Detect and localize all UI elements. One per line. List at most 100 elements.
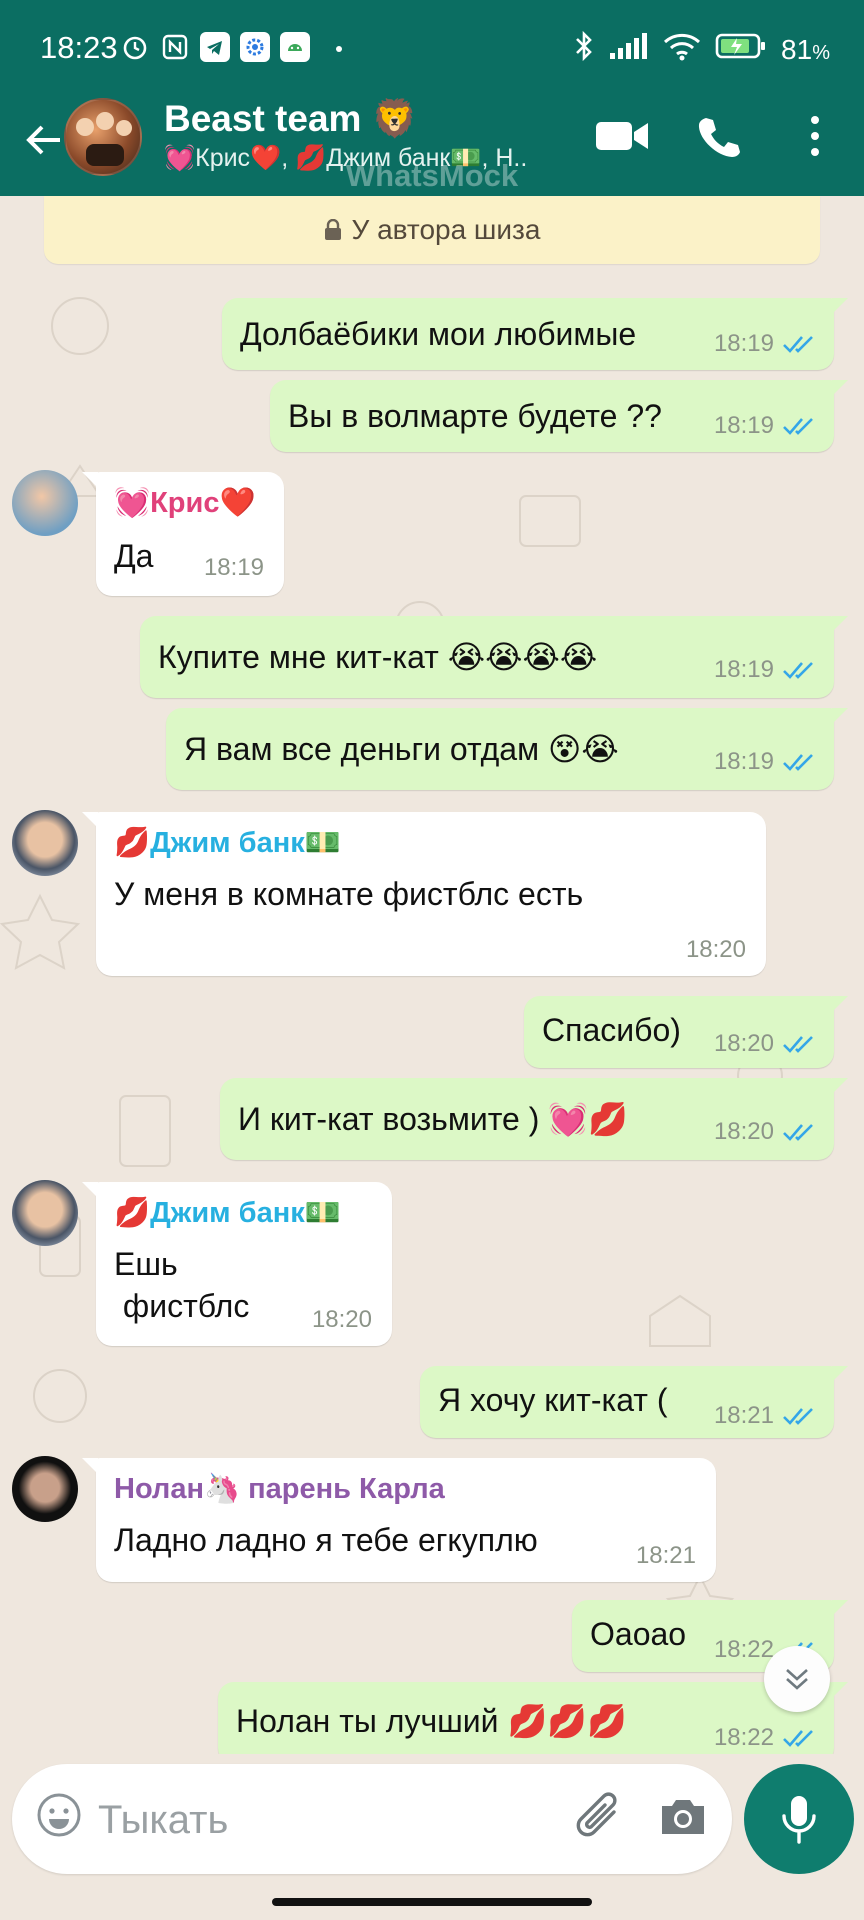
message-sender[interactable]: 💋Джим банк💵 bbox=[114, 826, 341, 860]
message-text-line: фистблс bbox=[114, 1288, 250, 1324]
message-text: Оаоао bbox=[590, 1616, 687, 1652]
message-bubble-out[interactable]: Вы в волмарте будете ?? 18:19 bbox=[270, 380, 848, 452]
battery-icon bbox=[715, 31, 767, 68]
message-time: 18:19 bbox=[203, 554, 264, 581]
message-bubble-out[interactable]: Купите мне кит-кат 😭😭😭😭 18:19 bbox=[140, 616, 848, 698]
message-text: Я хочу кит-кат ( bbox=[438, 1382, 668, 1418]
message-text: Нолан ты лучший 💋💋💋 bbox=[236, 1703, 627, 1739]
sender-avatar[interactable] bbox=[12, 1180, 78, 1246]
dot-icon bbox=[811, 116, 819, 124]
telegram-icon bbox=[200, 32, 230, 62]
message-bubble-out[interactable]: Я хочу кит-кат ( 18:21 bbox=[420, 1366, 848, 1438]
alarm-icon bbox=[120, 32, 150, 62]
message-text-line: Ешь bbox=[114, 1246, 178, 1282]
message-text: У меня в комнате фистблс есть bbox=[114, 876, 584, 912]
message-sender[interactable]: 💋Джим банк💵 bbox=[114, 1196, 341, 1230]
camera-button[interactable] bbox=[658, 1794, 708, 1845]
wifi-icon bbox=[663, 31, 701, 68]
more-notifications-dot bbox=[336, 46, 342, 52]
message-time: 18:19 bbox=[713, 412, 774, 439]
message-bubble-out[interactable]: Долбаёбики мои любимые 18:19 bbox=[222, 298, 848, 370]
message-bubble-out[interactable]: Я вам все деньги отдам 😵😭 18:19 bbox=[166, 708, 848, 790]
voice-message-button[interactable] bbox=[744, 1764, 854, 1874]
status-system-icons: 81% bbox=[573, 30, 830, 69]
double-check-icon bbox=[783, 754, 813, 771]
bluetooth-icon bbox=[573, 30, 595, 69]
android-app-icon bbox=[280, 32, 310, 62]
message-meta: 18:19 bbox=[204, 554, 264, 582]
message-meta: 18:20 bbox=[312, 1306, 372, 1334]
message-sender[interactable]: 💓Крис❤️ bbox=[114, 486, 256, 520]
message-composer bbox=[12, 1764, 732, 1874]
phone-icon bbox=[698, 118, 740, 157]
message-time: 18:20 bbox=[713, 1030, 774, 1057]
sender-avatar[interactable] bbox=[12, 470, 78, 536]
message-time: 18:22 bbox=[713, 1636, 774, 1663]
message-bubble-in[interactable]: Нолан🦄 парень Карла Ладно ладно я тебе е… bbox=[82, 1458, 716, 1582]
message-text: Да bbox=[114, 538, 154, 574]
message-time: 18:20 bbox=[713, 1118, 774, 1145]
double-check-icon bbox=[783, 418, 813, 435]
attach-button[interactable] bbox=[574, 1790, 626, 1851]
message-text: Вы в волмарте будете ?? bbox=[288, 398, 662, 434]
message-bubble-out[interactable]: Нолан ты лучший 💋💋💋 18:22 bbox=[218, 1682, 848, 1754]
message-bubble-out[interactable]: Спасибо) 18:20 bbox=[524, 996, 848, 1068]
message-meta: 18:19 bbox=[714, 748, 816, 776]
microphone-icon bbox=[782, 1796, 816, 1844]
double-chevron-down-icon bbox=[786, 1669, 808, 1690]
status-notification-icons bbox=[120, 32, 310, 62]
message-meta: 18:21 bbox=[714, 1402, 816, 1430]
message-text: Спасибо) bbox=[542, 1012, 681, 1048]
double-check-icon bbox=[783, 1408, 813, 1425]
sender-avatar[interactable] bbox=[12, 810, 78, 876]
settings-app-icon bbox=[240, 32, 270, 62]
message-text: Купите мне кит-кат 😭😭😭😭 bbox=[158, 639, 598, 675]
message-meta: 18:19 bbox=[714, 412, 816, 440]
status-time: 18:23 bbox=[40, 30, 118, 65]
message-time: 18:19 bbox=[713, 656, 774, 683]
voice-call-button[interactable] bbox=[696, 114, 740, 163]
sender-avatar[interactable] bbox=[12, 1456, 78, 1522]
message-time: 18:21 bbox=[635, 1542, 696, 1569]
emoji-button[interactable] bbox=[36, 1792, 82, 1843]
chat-area[interactable]: У автора шиза Долбаёбики мои любимые 18:… bbox=[0, 196, 864, 1754]
message-bubble-out[interactable]: И кит-кат возьмите ) 💓💋 18:20 bbox=[220, 1078, 848, 1160]
message-meta: 18:20 bbox=[714, 1030, 816, 1058]
more-options-button[interactable] bbox=[800, 112, 830, 160]
battery-unit: % bbox=[812, 41, 830, 64]
message-time: 18:21 bbox=[713, 1402, 774, 1429]
double-check-icon bbox=[783, 1730, 813, 1747]
message-time: 18:20 bbox=[685, 936, 746, 963]
message-meta: 18:19 bbox=[714, 330, 816, 358]
message-bubble-in[interactable]: 💋Джим банк💵 У меня в комнате фистблс ест… bbox=[82, 812, 766, 976]
status-bar: 18:23 81% bbox=[0, 0, 864, 98]
message-time: 18:20 bbox=[311, 1306, 372, 1333]
notice-text: У автора шиза bbox=[351, 214, 541, 245]
lock-icon bbox=[324, 219, 341, 240]
message-input[interactable] bbox=[98, 1794, 558, 1846]
nfc-icon bbox=[160, 32, 190, 62]
battery-level: 81 bbox=[781, 33, 813, 65]
message-sender[interactable]: Нолан🦄 парень Карла bbox=[114, 1472, 445, 1506]
watermark: WhatsMock bbox=[345, 158, 519, 193]
double-check-icon bbox=[783, 1124, 813, 1141]
message-meta: 18:20 bbox=[714, 1118, 816, 1146]
message-meta: 18:20 bbox=[686, 936, 746, 964]
signal-icon bbox=[609, 31, 649, 68]
dot-icon bbox=[811, 132, 819, 140]
message-meta: 18:22 bbox=[714, 1724, 816, 1752]
encryption-notice[interactable]: У автора шиза bbox=[44, 196, 820, 264]
emoji-icon bbox=[37, 1793, 81, 1837]
message-bubble-in[interactable]: 💓Крис❤️ Да 18:19 bbox=[82, 472, 284, 596]
message-bubble-in[interactable]: 💋Джим банк💵 Ешь фистблс 18:20 bbox=[82, 1182, 392, 1346]
video-call-button[interactable] bbox=[594, 116, 650, 161]
double-check-icon bbox=[783, 336, 813, 353]
dot-icon bbox=[811, 148, 819, 156]
group-title[interactable]: Beast team 🦁 bbox=[164, 98, 418, 141]
navigation-handle[interactable] bbox=[272, 1898, 592, 1906]
scroll-to-bottom-button[interactable] bbox=[764, 1646, 830, 1712]
message-text: Ладно ладно я тебе егкуплю bbox=[114, 1522, 538, 1558]
message-time: 18:22 bbox=[713, 1724, 774, 1751]
message-meta: 18:19 bbox=[714, 656, 816, 684]
message-text: Долбаёбики мои любимые bbox=[240, 316, 637, 352]
